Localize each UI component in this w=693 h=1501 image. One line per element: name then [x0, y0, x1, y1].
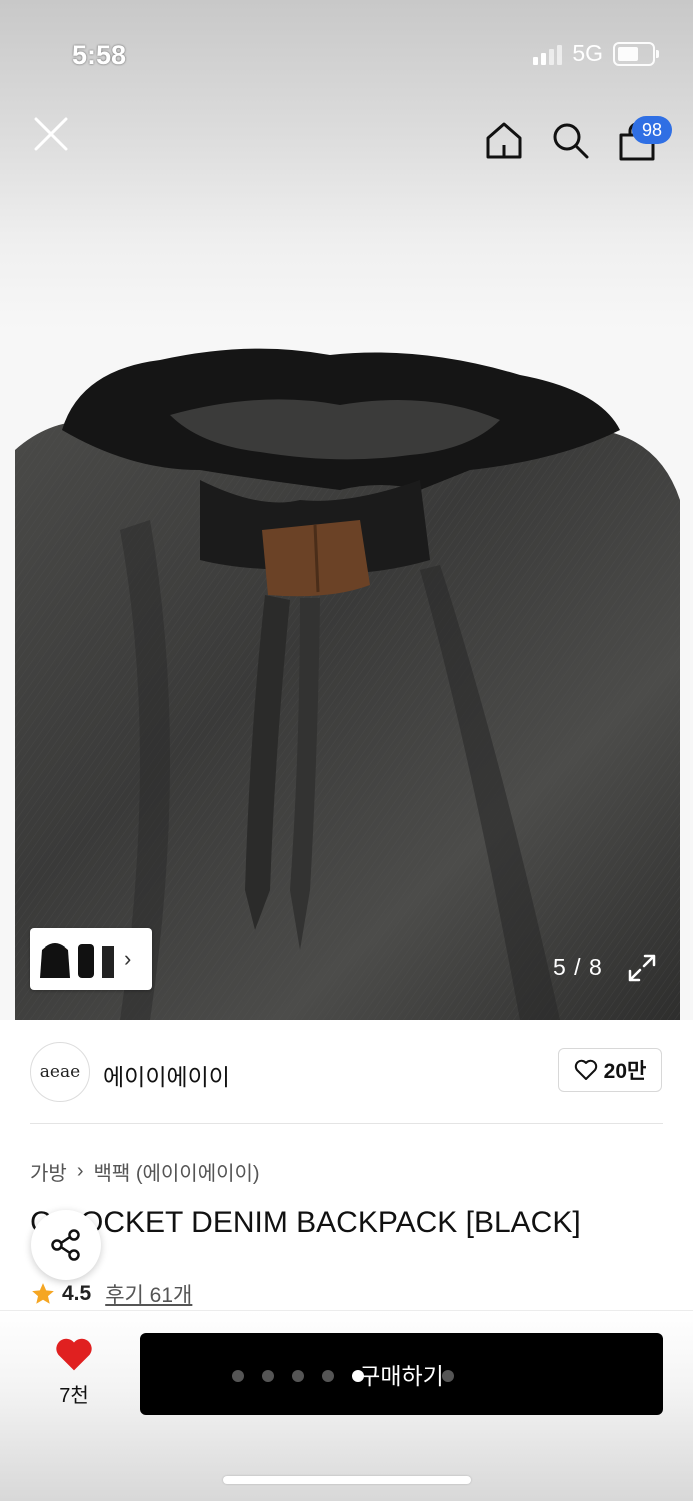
page-dot: [262, 1370, 274, 1382]
close-icon[interactable]: [32, 115, 70, 153]
page-dot: [232, 1370, 244, 1382]
thumbnail-backpack: [40, 943, 70, 978]
chevron-right-icon: ›: [76, 1160, 84, 1182]
breadcrumb-category[interactable]: 가방: [30, 1157, 67, 1186]
thumbnail-strip[interactable]: ›: [30, 928, 152, 990]
rating-row: 4.5 후기 61개: [30, 1279, 192, 1309]
brand-logo[interactable]: aeae: [30, 1042, 90, 1102]
share-icon: [51, 1229, 80, 1261]
brand-like-button[interactable]: 20만: [558, 1048, 662, 1092]
breadcrumb-subcategory[interactable]: 백팩 (에이이에이이): [93, 1157, 259, 1186]
battery-icon: [613, 41, 659, 66]
home-icon[interactable]: [484, 120, 524, 160]
divider: [30, 1123, 663, 1124]
share-button[interactable]: [31, 1210, 101, 1280]
review-link[interactable]: 후기 61개: [105, 1279, 192, 1309]
brand-like-count: 20만: [603, 1060, 647, 1083]
thumbnail-backpack-side: [78, 944, 94, 978]
page-dot: [442, 1370, 454, 1382]
thumbnail-backpack-back: [102, 946, 114, 978]
network-label: 5G: [572, 40, 603, 66]
page-dot: [292, 1370, 304, 1382]
rating-score: 4.5: [62, 1282, 92, 1305]
brand-name[interactable]: 에이이에이이: [103, 1058, 230, 1092]
cart-badge: 98: [632, 116, 672, 144]
product-photo[interactable]: [0, 330, 693, 1020]
page-dot: [322, 1370, 334, 1382]
status-indicators: 5G: [533, 40, 659, 67]
home-indicator[interactable]: [223, 1476, 471, 1484]
signal-icon: [533, 43, 563, 65]
heart-filled-icon: [56, 1338, 92, 1371]
page-indicator: [232, 1370, 454, 1382]
thumbnail-arrow: ›: [124, 946, 132, 971]
wish-button[interactable]: 7천: [40, 1336, 108, 1408]
breadcrumb: 가방 › 백팩 (에이이에이이): [30, 1157, 260, 1186]
page-dot-active: [352, 1370, 364, 1382]
expand-icon[interactable]: [627, 953, 657, 983]
search-icon[interactable]: [550, 120, 590, 160]
wish-count: 7천: [59, 1385, 89, 1407]
image-counter: 5 / 8: [553, 954, 603, 980]
product-title: C POCKET DENIM BACKPACK [BLACK]: [30, 1206, 581, 1239]
status-time: 5:58: [72, 40, 127, 70]
heart-outline-icon: [574, 1059, 597, 1080]
star-icon: [32, 1283, 54, 1304]
